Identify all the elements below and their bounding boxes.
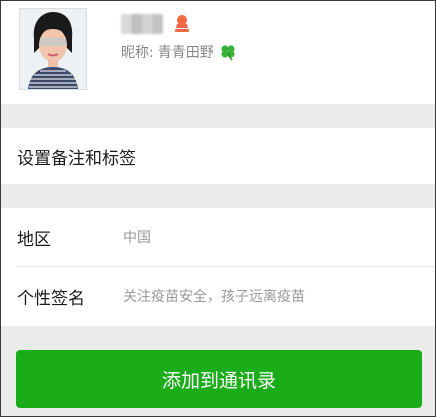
contact-name-row — [121, 13, 191, 35]
profile-header: 昵称: 青青田野 — [1, 1, 435, 104]
set-remark-and-tags-row[interactable]: 设置备注和标签 — [1, 128, 435, 184]
add-to-contacts-button[interactable]: 添加到通讯录 — [16, 350, 422, 408]
signature-label: 个性签名 — [17, 288, 85, 309]
nickname-row: 昵称: 青青田野 — [121, 41, 237, 63]
avatar[interactable] — [19, 8, 87, 90]
nickname-label: 昵称: — [121, 45, 154, 61]
region-label: 地区 — [17, 229, 51, 250]
contact-info-group: 地区 中国 个性签名 关注疫苗安全，孩子远离疫苗 — [1, 208, 435, 326]
region-value: 中国 — [123, 230, 151, 246]
nickname-value: 青青田野 — [157, 45, 214, 61]
set-remark-and-tags-label: 设置备注和标签 — [17, 148, 136, 169]
contact-name-obscured — [121, 14, 163, 34]
signature-row: 个性签名 关注疫苗安全，孩子远离疫苗 — [1, 267, 435, 325]
avatar-photo — [20, 9, 86, 89]
female-person-icon — [173, 14, 191, 34]
contact-profile-page: 昵称: 青青田野 设置备注和标签 地区 中国 个性签名 关注疫苗安全，孩子远离疫 — [0, 0, 436, 417]
region-row: 地区 中国 — [1, 208, 435, 266]
signature-value: 关注疫苗安全，孩子远离疫苗 — [123, 289, 305, 305]
four-leaf-clover-icon — [219, 43, 237, 61]
